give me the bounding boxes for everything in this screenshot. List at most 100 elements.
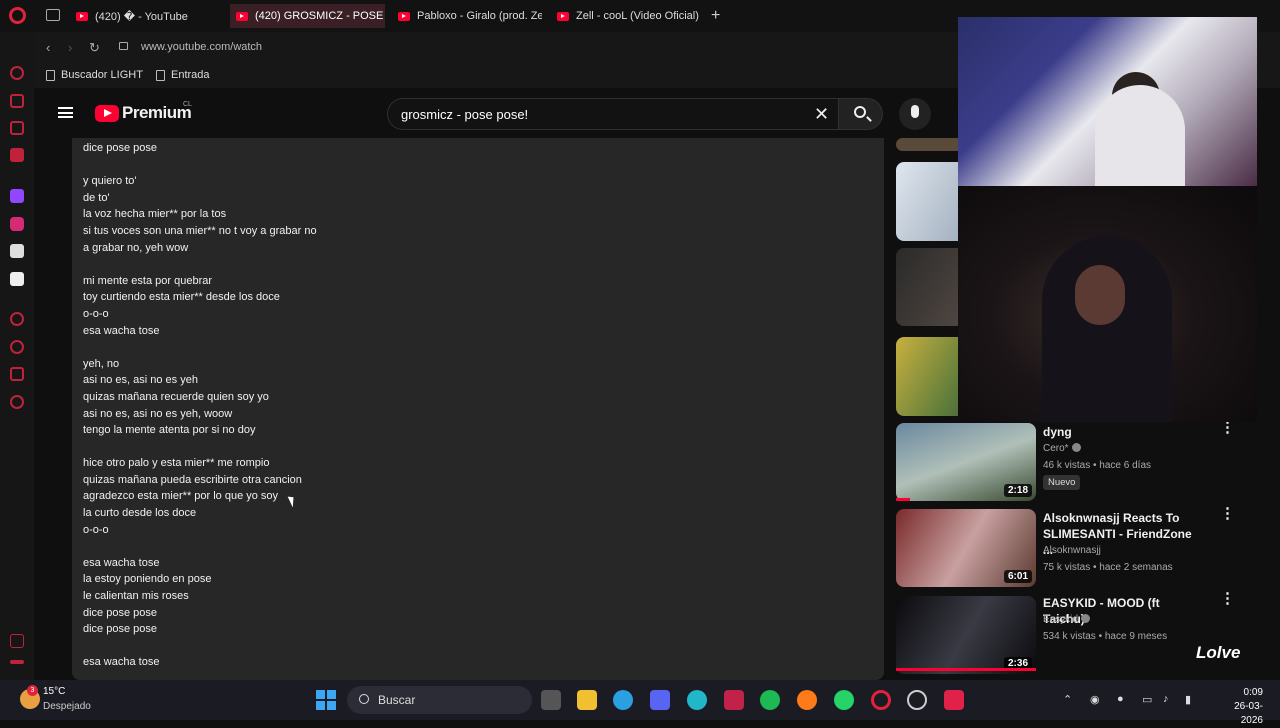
file-explorer-icon[interactable] — [577, 690, 597, 710]
twitch-icon[interactable] — [10, 189, 24, 203]
menu-icon[interactable] — [58, 107, 73, 118]
video-thumbnail[interactable]: 6:01 — [896, 509, 1036, 587]
lyric-line: agradezco esta mier** por lo que yo soy — [83, 490, 279, 503]
reload-icon[interactable]: ↻ — [89, 40, 100, 56]
lyric-line: tengo la mente atenta por si no doy — [83, 424, 256, 437]
task-view-icon[interactable] — [541, 690, 561, 710]
search-button[interactable] — [838, 98, 883, 130]
channel-name[interactable]: Cero* — [1043, 440, 1081, 457]
tiktok-app-icon[interactable] — [944, 690, 964, 710]
video-title[interactable]: dyng — [1043, 424, 1203, 440]
video-meta: 534 k vistas • hace 9 meses — [1043, 631, 1168, 642]
channel-label: Cero* — [1043, 443, 1069, 454]
aria-icon[interactable] — [10, 66, 24, 80]
gx-icon[interactable] — [10, 634, 24, 648]
tab-label: (420) GROSMICZ - POSE — [255, 10, 384, 22]
notification-badge: 3 — [27, 685, 38, 696]
lyric-line — [83, 157, 317, 174]
lyric-line: la estoy poniendo en pose — [83, 573, 212, 586]
lyric-line: esa wacha tose — [83, 556, 160, 569]
lock-icon — [119, 42, 128, 50]
search-icon — [854, 106, 866, 118]
taskbar-search[interactable]: Buscar — [347, 686, 532, 714]
search-input[interactable]: grosmicz - pose pose! ✕ — [387, 98, 838, 130]
workspaces-icon[interactable] — [46, 9, 60, 21]
canva-icon[interactable] — [687, 690, 707, 710]
browser-sidebar — [0, 32, 34, 680]
tab-pabloxo[interactable]: Pabloxo - Giralo (prod. Ze — [392, 4, 542, 28]
tiktok-icon[interactable] — [10, 244, 24, 258]
youtube-favicon-icon — [557, 11, 569, 21]
player-icon[interactable] — [10, 121, 24, 135]
tab-label: Zell - cooL (Video Oficial) — [576, 10, 699, 22]
channel-name[interactable]: Easykid — [1043, 611, 1091, 628]
windows-taskbar: 3 15°C Despejado Buscar ⌃ ◉ ● ▭ ♪ ▮ 0:09… — [0, 680, 1280, 726]
display-icon[interactable]: ▭ — [1142, 693, 1152, 706]
x-twitter-icon[interactable] — [10, 272, 24, 286]
lyric-line — [83, 339, 317, 356]
battery-icon[interactable]: ▮ — [1185, 693, 1191, 706]
video-thumbnail[interactable]: 2:36 — [896, 596, 1036, 674]
lyric-line: a grabar no, yeh wow — [83, 241, 189, 254]
verified-icon — [1071, 443, 1081, 452]
bookmark-entrada[interactable]: Entrada — [156, 69, 210, 81]
lyric-line: mi mente esta por quebrar — [83, 274, 213, 287]
more-options-icon[interactable]: ⋮ — [1220, 591, 1235, 606]
opera-logo-icon[interactable] — [9, 7, 26, 24]
start-menu-icon[interactable] — [316, 690, 336, 710]
streamer-body — [1095, 85, 1185, 186]
clear-search-icon[interactable]: ✕ — [814, 104, 829, 125]
messenger-icon[interactable] — [10, 148, 24, 162]
firefox-icon[interactable] — [797, 690, 817, 710]
steam-icon[interactable] — [907, 690, 927, 710]
back-icon[interactable]: ‹ — [46, 40, 50, 55]
document-icon — [156, 69, 165, 81]
video-thumbnail[interactable]: 2:18 — [896, 423, 1036, 501]
new-tab-button[interactable]: + — [711, 7, 720, 25]
lyric-line: dice pose pose — [83, 142, 157, 154]
lyric-line: la curto desde los doce — [83, 507, 197, 520]
lyric-line: y quiero to' — [83, 175, 137, 188]
bookmark-buscador-light[interactable]: Buscador LIGHT — [46, 69, 143, 81]
crypto-wallet-icon[interactable] — [10, 94, 24, 108]
telegram-icon[interactable] — [613, 690, 633, 710]
extensions-icon[interactable] — [10, 367, 24, 381]
whatsapp-icon[interactable] — [834, 690, 854, 710]
tab-youtube-home[interactable]: (420) � - YouTube — [70, 4, 225, 28]
system-clock[interactable]: 0:09 26-03-2026 — [1213, 686, 1263, 728]
watch-progress-bar — [896, 498, 910, 501]
video-description[interactable]: dice pose pose y quiero to' de to' la voz … — [72, 138, 884, 680]
tab-grosmicz[interactable]: (420) GROSMICZ - POSE — [230, 4, 385, 28]
tab-zell[interactable]: Zell - cooL (Video Oficial) — [551, 4, 701, 28]
vegas-icon[interactable] — [724, 690, 744, 710]
video-meta: 75 k vistas • hace 2 semanas — [1043, 562, 1173, 573]
forward-icon[interactable]: › — [68, 40, 72, 55]
opera-gx-icon[interactable] — [871, 690, 891, 710]
volume-icon[interactable]: ♪ — [1163, 693, 1169, 705]
lyric-line: de to' — [83, 191, 110, 204]
instagram-icon[interactable] — [10, 217, 24, 231]
more-options-icon[interactable]: ⋮ — [1220, 506, 1235, 521]
lyric-line: quizas mañana pueda escribirte otra canc… — [83, 473, 302, 486]
weather-condition: Despejado — [43, 701, 91, 712]
url-field[interactable]: www.youtube.com/watch — [141, 41, 262, 53]
network-icon[interactable]: ◉ — [1090, 693, 1100, 706]
bookmark-label: Entrada — [171, 69, 210, 81]
more-options-icon[interactable]: ⋮ — [1220, 420, 1235, 435]
discord-icon[interactable] — [650, 690, 670, 710]
youtube-logo-icon[interactable] — [95, 105, 119, 122]
microphone-icon — [911, 105, 919, 118]
verified-icon — [1081, 614, 1091, 623]
history-icon[interactable] — [10, 340, 24, 354]
tray-chevron-icon[interactable]: ⌃ — [1063, 693, 1072, 706]
duration-badge: 2:18 — [1003, 484, 1032, 497]
youtube-premium-logo[interactable]: Premium — [122, 103, 192, 123]
settings-gear-icon[interactable] — [10, 395, 24, 409]
voice-search-button[interactable] — [899, 98, 931, 130]
channel-name[interactable]: Alsoknwnasjj — [1043, 542, 1101, 559]
microphone-tray-icon[interactable]: ● — [1117, 693, 1124, 705]
spotify-icon[interactable] — [760, 690, 780, 710]
more-icon[interactable] — [10, 660, 24, 664]
player-control-icon[interactable] — [10, 312, 24, 326]
lyric-line: esa wacha tose — [83, 324, 160, 337]
